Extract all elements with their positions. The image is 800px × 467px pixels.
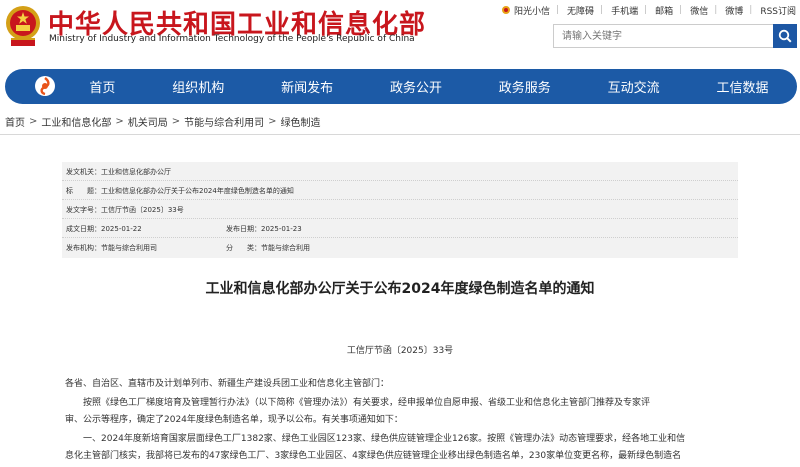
top-link-wechat[interactable]: 微信 [690,4,708,17]
meta-label: 发文机关： [66,167,101,176]
meta-value: 工业和信息化部办公厅 [101,167,171,176]
nav-item-news[interactable]: 新闻发布 [271,77,343,96]
top-link-accessibility[interactable]: 无障碍 [567,4,594,17]
site-subtitle: Ministry of Industry and Information Tec… [49,34,415,44]
meta-row-dates: 成文日期： 2025-01-22 发布日期： 2025-01-23 [62,219,738,238]
meta-value: 节能与综合利用 [261,243,310,252]
article-paragraph: 一、2024年度新培育国家层面绿色工厂1382家、绿色工业园区123家、绿色供应… [65,434,686,444]
ministry-logo-icon[interactable] [34,75,56,97]
meta-label: 发布日期： [226,224,261,233]
sun-flower-icon [501,6,510,14]
meta-value: 工业和信息化部办公厅关于公布2024年度绿色制造名单的通知 [101,186,294,195]
meta-label: 发布机构： [66,243,101,252]
breadcrumb-separator: > [29,116,38,127]
breadcrumb-departments[interactable]: 机关司局 [128,114,168,129]
national-emblem-icon[interactable] [4,4,42,48]
article-paragraph: 息化主管部门核实，我部将已发布的47家绿色工厂、3家绿色工业园区、4家绿色供应链… [65,451,682,461]
search-button[interactable] [773,24,797,48]
top-link-label: 阳光小信 [513,6,550,17]
top-link-rss[interactable]: RSS订阅 [760,4,796,17]
search-icon [778,29,792,43]
top-link-mobile[interactable]: 手机端 [611,4,638,17]
breadcrumb-ministry[interactable]: 工业和信息化部 [41,114,111,129]
meta-value: 工信厅节函〔2025〕33号 [101,205,184,214]
meta-value: 2025-01-23 [261,224,302,233]
nav-item-services[interactable]: 政务服务 [489,77,561,96]
article-salutation: 各省、自治区、直辖市及计划单列市、新疆生产建设兵团工业和信息化主管部门： [65,379,390,389]
article-paragraph: 按照《绿色工厂梯度培育及管理暂行办法》（以下简称《管理办法》）有关要求，经申报单… [65,398,651,408]
document-meta-table: 发文机关： 工业和信息化部办公厅 标 题： 工业和信息化部办公厅关于公布2024年度… [62,162,738,258]
divider: | [679,5,683,15]
breadcrumb: 首页 > 工业和信息化部 > 机关司局 > 节能与综合利用司 > 绿色制造 [5,114,321,129]
article-doc-number: 工信厅节函〔2025〕33号 [346,346,454,356]
divider: | [555,5,559,15]
breadcrumb-separator: > [171,116,181,127]
breadcrumb-separator: > [268,116,277,127]
meta-row-org: 发布机构： 节能与综合利用司 分 类： 节能与综合利用 [62,238,738,257]
top-link-sunshine[interactable]: 阳光小信 [501,4,550,17]
divider: | [644,5,648,15]
nav-item-organization[interactable]: 组织机构 [162,77,234,96]
nav-item-data[interactable]: 工信数据 [706,77,778,96]
meta-label: 分 类： [226,243,261,252]
divider: | [714,5,718,15]
breadcrumb-current[interactable]: 绿色制造 [281,114,321,129]
top-links: 阳光小信 | 无障碍 | 手机端 | 邮箱 | 微信 | 微博 | RSS订阅 [493,3,796,17]
breadcrumb-department[interactable]: 节能与综合利用司 [184,114,264,129]
site-header: 中华人民共和国工业和信息化部 Ministry of Industry and … [0,0,800,62]
meta-label: 标 题： [66,186,101,195]
main-nav: 首页 组织机构 新闻发布 政务公开 政务服务 互动交流 工信数据 [5,69,797,104]
nav-item-government-affairs[interactable]: 政务公开 [380,77,452,96]
article-title: 工业和信息化部办公厅关于公布2024年度绿色制造名单的通知 [205,281,595,297]
divider [0,134,800,135]
nav-items: 首页 组织机构 新闻发布 政务公开 政务服务 互动交流 工信数据 [61,69,797,104]
top-link-email[interactable]: 邮箱 [655,4,673,17]
breadcrumb-home[interactable]: 首页 [5,114,25,129]
meta-row-issuer: 发文机关： 工业和信息化部办公厅 [62,162,738,181]
divider: | [749,5,753,15]
meta-value: 2025-01-22 [101,224,142,233]
breadcrumb-separator: > [115,116,124,127]
meta-label: 发文字号： [66,205,101,214]
top-link-weibo[interactable]: 微博 [725,4,743,17]
divider: | [600,5,604,15]
nav-item-home[interactable]: 首页 [79,77,125,96]
meta-row-title: 标 题： 工业和信息化部办公厅关于公布2024年度绿色制造名单的通知 [62,181,738,200]
meta-label: 成文日期： [66,224,101,233]
nav-item-interaction[interactable]: 互动交流 [598,77,670,96]
meta-value: 节能与综合利用司 [101,243,157,252]
search-box [553,24,797,48]
article-paragraph: 审、公示等程序，确定了2024年度绿色制造名单，现予以公布。有关事项通知如下： [65,415,403,425]
meta-row-docno: 发文字号： 工信厅节函〔2025〕33号 [62,200,738,219]
search-input[interactable] [553,24,773,48]
